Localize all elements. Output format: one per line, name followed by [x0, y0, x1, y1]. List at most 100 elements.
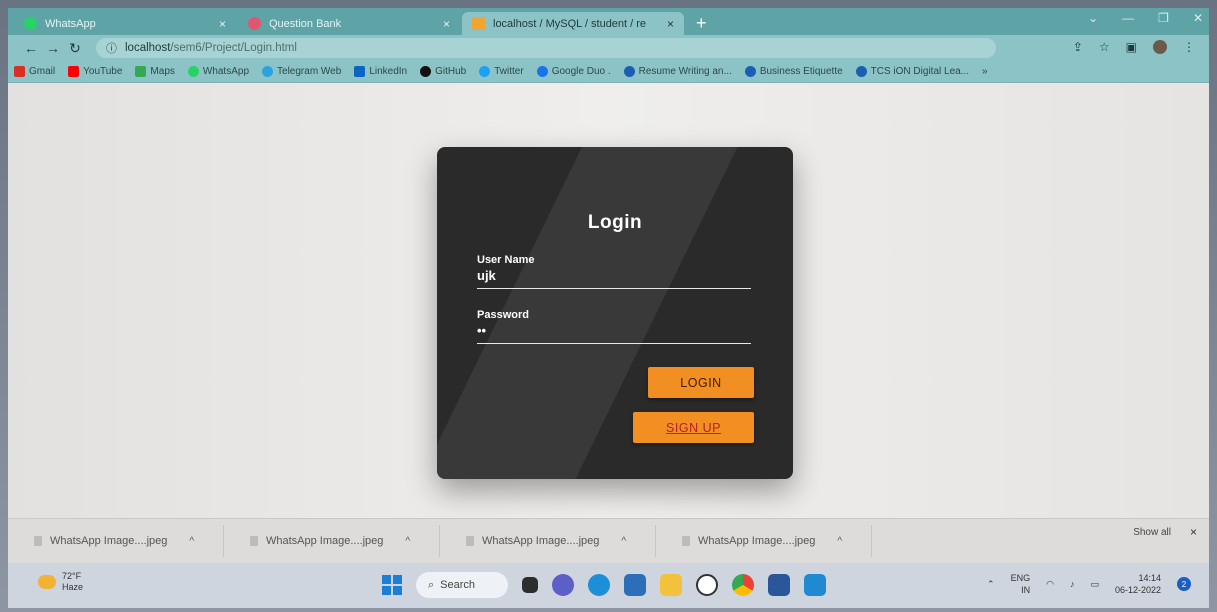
dell-icon[interactable]	[696, 574, 718, 596]
date: 06-12-2022	[1114, 585, 1161, 595]
wifi-icon[interactable]: ◠	[1046, 579, 1054, 590]
github-icon	[420, 66, 432, 77]
chevron-up-icon[interactable]: ^	[621, 536, 626, 547]
bookmark-linkedin[interactable]: LinkedIn	[354, 66, 407, 77]
username-input[interactable]: ujk	[477, 268, 751, 286]
tab-strip: WhatsApp × Question Bank × localhost / M…	[8, 8, 1209, 35]
share-icon[interactable]: ⇪	[1073, 40, 1083, 54]
minimize-icon[interactable]: —	[1122, 11, 1134, 25]
power-icon	[744, 66, 756, 77]
file-icon	[250, 536, 258, 546]
file-explorer-icon[interactable]	[660, 574, 682, 596]
clock[interactable]: 14:14 06-12-2022	[1115, 572, 1161, 596]
chrome-icon[interactable]	[732, 574, 754, 596]
download-item[interactable]: WhatsApp Image....jpeg ^	[656, 525, 872, 557]
menu-kebab-icon[interactable]: ⋮	[1183, 40, 1195, 54]
bookmark-maps[interactable]: Maps	[135, 66, 175, 77]
tab-title: localhost / MySQL / student / re	[493, 17, 647, 30]
notification-badge[interactable]: 2	[1177, 577, 1191, 591]
tab-close-icon[interactable]: ×	[667, 17, 674, 31]
url-input[interactable]: ⓘ localhost /sem6/Project/Login.html	[96, 38, 996, 58]
bookmark-github[interactable]: GitHub	[420, 66, 466, 77]
download-item[interactable]: WhatsApp Image....jpeg ^	[440, 525, 656, 557]
login-title: Login	[587, 212, 643, 233]
signup-button[interactable]: SIGN UP	[633, 412, 754, 443]
file-icon	[34, 536, 42, 546]
info-icon[interactable]: ⓘ	[106, 40, 117, 56]
bookmark-twitter[interactable]: Twitter	[479, 66, 524, 77]
edge-icon[interactable]	[588, 574, 610, 596]
download-item[interactable]: WhatsApp Image....jpeg ^	[8, 525, 224, 557]
vscode-icon[interactable]	[804, 574, 826, 596]
tab-whatsapp[interactable]: WhatsApp ×	[14, 12, 236, 35]
tab-title: Question Bank	[269, 17, 342, 30]
password-input[interactable]: ••	[477, 323, 751, 341]
bookmark-youtube[interactable]: YouTube	[68, 66, 122, 77]
volume-icon[interactable]: ♪	[1070, 579, 1075, 589]
address-bar-row: ← → ↻ ⓘ localhost /sem6/Project/Login.ht…	[8, 35, 1209, 61]
chevron-up-icon[interactable]: ^	[837, 536, 842, 547]
linkedin-icon	[354, 66, 366, 77]
password-label: Password	[477, 309, 529, 321]
taskbar-search[interactable]: ⌕ Search	[416, 572, 508, 598]
store-icon[interactable]	[624, 574, 646, 596]
url-path: /sem6/Project/Login.html	[170, 42, 297, 54]
chevron-down-icon[interactable]: ⌄	[1088, 11, 1098, 25]
toolbar-actions: ⇪ ☆ ▣ ⋮	[1073, 40, 1195, 54]
profile-avatar-icon[interactable]	[1153, 40, 1167, 54]
login-button[interactable]: LOGIN	[648, 367, 754, 398]
reload-icon[interactable]: ↻	[64, 40, 86, 57]
username-field[interactable]: User Name ujk	[477, 254, 751, 289]
bookmark-tcs-ion[interactable]: TCS iON Digital Lea...	[855, 66, 969, 77]
password-field[interactable]: Password ••	[477, 309, 751, 344]
battery-icon[interactable]: ▭	[1090, 579, 1099, 590]
show-all-downloads-link[interactable]: Show all	[1133, 527, 1171, 538]
weather-widget[interactable]: 72°F Haze	[38, 571, 83, 593]
bookmarks-bar: Gmail YouTube Maps WhatsApp Telegram Web…	[8, 61, 1209, 83]
question-bank-favicon-icon	[248, 17, 261, 30]
maps-icon	[135, 66, 147, 77]
phpmyadmin-favicon-icon	[472, 17, 485, 30]
maximize-icon[interactable]: ❐	[1158, 11, 1169, 25]
bookmark-business-etiquette[interactable]: Business Etiquette	[744, 66, 843, 77]
bookmark-gmail[interactable]: Gmail	[14, 66, 55, 77]
chevron-up-icon[interactable]: ^	[405, 536, 410, 547]
task-view-icon[interactable]	[522, 577, 538, 593]
windows-start-icon[interactable]	[382, 575, 402, 595]
telegram-icon	[262, 66, 274, 77]
tab-close-icon[interactable]: ×	[219, 17, 226, 31]
chevron-up-icon[interactable]: ^	[189, 536, 194, 547]
download-item[interactable]: WhatsApp Image....jpeg ^	[224, 525, 440, 557]
language-indicator[interactable]: ENG IN	[1011, 572, 1031, 596]
forward-arrow-icon[interactable]: →	[42, 40, 64, 56]
side-panel-icon[interactable]: ▣	[1126, 40, 1137, 54]
tab-close-icon[interactable]: ×	[443, 17, 450, 31]
tab-question-bank[interactable]: Question Bank ×	[238, 12, 460, 35]
tab-title: WhatsApp	[45, 17, 96, 30]
taskbar: 72°F Haze ⌕ Search ⌃ ENG IN ◠ ♪ ▭ 14:14 …	[8, 563, 1209, 608]
bookmark-resume-writing[interactable]: Resume Writing an...	[623, 66, 732, 77]
search-icon: ⌕	[428, 578, 435, 591]
password-underline	[477, 343, 751, 344]
login-card: Login User Name ujk Password •• LOGIN SI…	[437, 147, 793, 479]
gmail-icon	[14, 66, 25, 77]
power-icon	[623, 66, 635, 77]
new-tab-button[interactable]: +	[686, 12, 717, 35]
bookmark-telegram[interactable]: Telegram Web	[262, 66, 341, 77]
tab-phpmyadmin[interactable]: localhost / MySQL / student / re ×	[462, 12, 684, 35]
chevron-up-icon[interactable]: ⌃	[987, 579, 995, 590]
back-arrow-icon[interactable]: ←	[20, 40, 42, 56]
chat-icon[interactable]	[552, 574, 574, 596]
power-icon	[855, 66, 867, 77]
monitor-screen: WhatsApp × Question Bank × localhost / M…	[0, 0, 1217, 612]
bookmark-whatsapp[interactable]: WhatsApp	[187, 66, 249, 77]
close-downloads-icon[interactable]: ×	[1190, 525, 1197, 539]
word-icon[interactable]	[768, 574, 790, 596]
bookmark-google-duo[interactable]: Google Duo .	[536, 66, 611, 77]
more-bookmarks-icon[interactable]: »	[982, 66, 988, 77]
username-underline	[477, 288, 751, 289]
close-window-icon[interactable]: ✕	[1193, 11, 1203, 25]
downloads-bar: WhatsApp Image....jpeg ^ WhatsApp Image..…	[8, 518, 1209, 563]
bookmark-star-icon[interactable]: ☆	[1099, 40, 1110, 54]
file-icon	[466, 536, 474, 546]
